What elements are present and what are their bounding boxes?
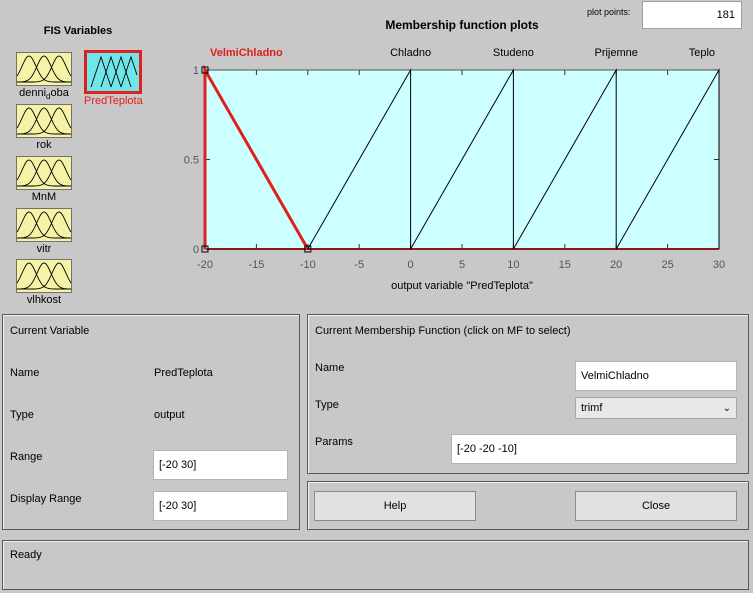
x-tick-label: 30 xyxy=(713,259,725,271)
var-vitr[interactable]: vitr xyxy=(16,208,72,255)
help-button[interactable]: Help xyxy=(314,491,476,521)
var-mnm[interactable]: MnM xyxy=(16,156,72,203)
mf-icon xyxy=(16,52,72,86)
mf-icon xyxy=(16,104,72,138)
triangle-mf-icon xyxy=(84,50,142,94)
panel-title: Current Variable xyxy=(10,325,90,337)
mf-name-input[interactable]: VelmiChladno xyxy=(575,361,737,391)
mf-label-studeno: Studeno xyxy=(493,47,534,59)
display-range-label: Display Range xyxy=(10,493,82,505)
status-text: Ready xyxy=(10,549,42,561)
display-range-input[interactable]: [-20 30] xyxy=(153,491,288,521)
current-mf-panel: Current Membership Function (click on MF… xyxy=(307,314,749,474)
var-rok[interactable]: rok xyxy=(16,104,72,151)
x-tick-label: 5 xyxy=(459,259,465,271)
mf-label-teplo: Teplo xyxy=(689,47,715,59)
type-value: output xyxy=(154,409,185,421)
mf-type-value: trimf xyxy=(581,402,603,414)
name-label: Name xyxy=(10,367,40,379)
chevron-down-icon: ⌄ xyxy=(722,402,731,414)
mf-type-label: Type xyxy=(315,399,339,411)
buttons-panel: Help Close xyxy=(307,481,749,530)
mf-icon xyxy=(16,208,72,242)
fis-variables-title: FIS Variables xyxy=(43,25,113,37)
var-predteplota[interactable]: PredTeplota xyxy=(84,50,143,107)
range-input[interactable]: [-20 30] xyxy=(153,450,288,480)
mf-label-velmichladno: VelmiChladno xyxy=(210,47,283,59)
mf-label-prijemne: Prijemne xyxy=(594,47,637,59)
var-label: MnM xyxy=(31,191,57,203)
x-tick-label: -20 xyxy=(197,259,213,271)
plot-points-input[interactable]: 181 xyxy=(642,1,742,29)
y-tick-label: 0.5 xyxy=(184,155,199,167)
mf-label-chladno: Chladno xyxy=(390,47,431,59)
var-label: dennidoba xyxy=(19,87,69,102)
x-tick-label: 10 xyxy=(507,259,519,271)
status-panel: Ready xyxy=(2,540,749,590)
close-button[interactable]: Close xyxy=(575,491,737,521)
plot-points-label: plot points: xyxy=(587,7,631,17)
x-tick-label: 20 xyxy=(610,259,622,271)
var-label: vlhkost xyxy=(26,294,62,306)
mf-params-label: Params xyxy=(315,436,353,448)
mf-type-select[interactable]: trimf ⌄ xyxy=(575,397,737,419)
range-label: Range xyxy=(10,451,43,463)
var-label: vitr xyxy=(36,243,52,255)
var-denni-doba[interactable]: dennidoba xyxy=(16,52,72,101)
x-tick-label: 15 xyxy=(559,259,571,271)
panel-title: Current Membership Function (click on MF… xyxy=(315,325,571,337)
y-tick-label: 1 xyxy=(193,65,199,77)
x-tick-label: -10 xyxy=(300,259,316,271)
current-variable-panel: Current Variable Name PredTeplota Type o… xyxy=(2,314,300,530)
mf-name-label: Name xyxy=(315,362,345,374)
type-label: Type xyxy=(10,409,34,421)
mf-icon xyxy=(16,259,72,293)
var-label: rok xyxy=(36,139,52,151)
var-label: PredTeplota xyxy=(84,95,143,107)
x-tick-label: 25 xyxy=(661,259,673,271)
name-value: PredTeplota xyxy=(154,367,213,379)
x-tick-label: -5 xyxy=(354,259,364,271)
membership-function-plot[interactable]: 0 0.5 1 -20 -15 -10 -5 0 5 10 15 20 25 30 VelmiChladno… xyxy=(180,38,740,278)
x-tick-label: -15 xyxy=(248,259,264,271)
mf-params-input[interactable]: [-20 -20 -10] xyxy=(451,434,737,464)
x-tick-label: 0 xyxy=(408,259,414,271)
x-axis-label: output variable "PredTeplota" xyxy=(391,280,533,292)
var-vlhkost[interactable]: vlhkost xyxy=(16,259,72,306)
y-tick-label: 0 xyxy=(193,244,199,256)
mf-icon xyxy=(16,156,72,190)
